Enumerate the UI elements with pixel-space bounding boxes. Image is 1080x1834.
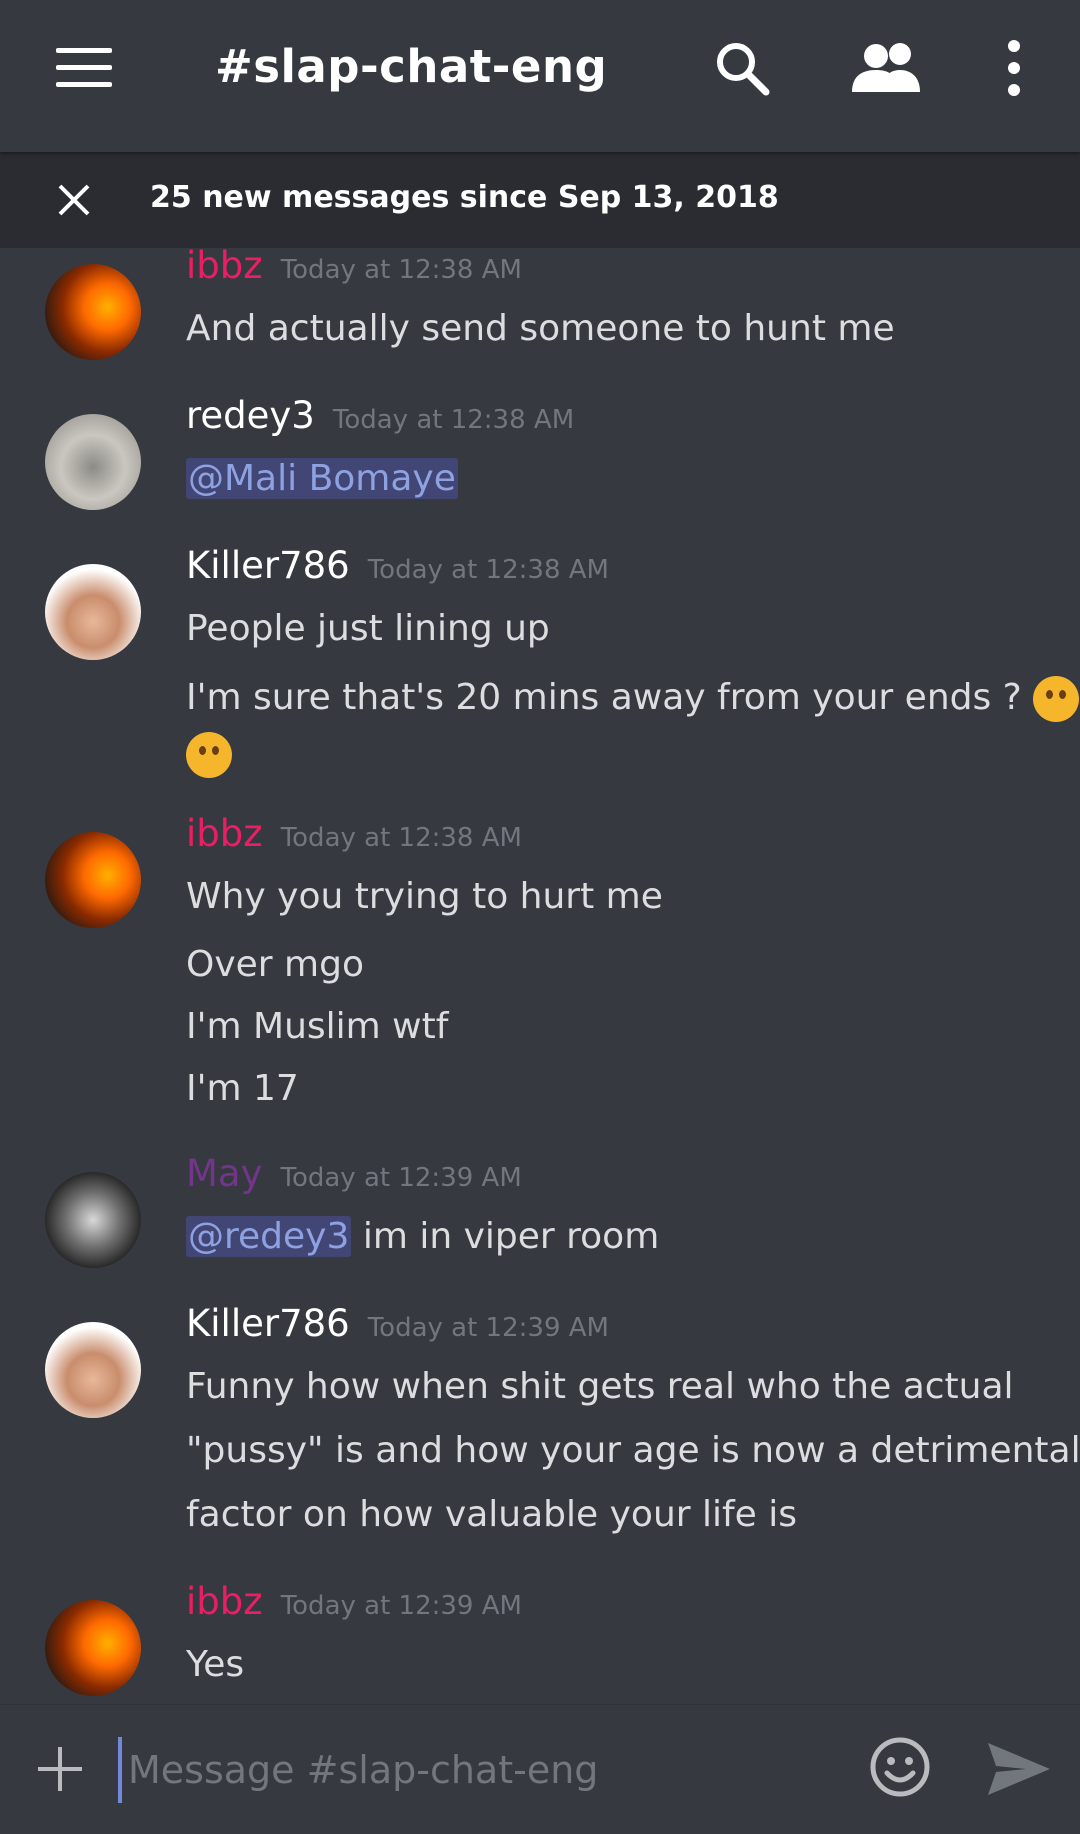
message-composer	[0, 1704, 1080, 1834]
author-label[interactable]: May	[186, 1152, 263, 1195]
author-label[interactable]: ibbz	[186, 248, 263, 287]
emoji-icon[interactable]	[868, 1735, 932, 1799]
thinking-face-icon	[186, 732, 232, 778]
author-name[interactable]: Killer786 Today at 12:39 AM	[186, 1302, 609, 1345]
message-text: @redey3 im in viper room	[186, 1216, 659, 1257]
avatar[interactable]	[45, 1600, 141, 1696]
message-text: @Mali Bomaye	[186, 458, 458, 499]
avatar[interactable]	[45, 414, 141, 510]
message-text: I'm 17	[186, 1068, 299, 1109]
members-icon[interactable]	[852, 38, 922, 98]
message-text	[186, 732, 232, 778]
avatar[interactable]	[45, 264, 141, 360]
message-text: I'm sure that's 20 mins away from your e…	[186, 676, 1080, 722]
message-text-content: I'm sure that's 20 mins away from your e…	[186, 677, 1022, 718]
author-name[interactable]: May Today at 12:39 AM	[186, 1152, 522, 1195]
search-icon[interactable]	[712, 38, 772, 98]
avatar[interactable]	[45, 1172, 141, 1268]
timestamp: Today at 12:38 AM	[280, 823, 522, 853]
timestamp: Today at 12:39 AM	[280, 1591, 522, 1621]
message-text: Funny how when shit gets real who the ac…	[186, 1366, 1014, 1407]
timestamp: Today at 12:38 AM	[367, 555, 609, 585]
author-label[interactable]: redey3	[186, 394, 315, 437]
avatar[interactable]	[45, 564, 141, 660]
message-input[interactable]	[118, 1737, 850, 1803]
send-icon[interactable]	[986, 1739, 1052, 1799]
author-label[interactable]: Killer786	[186, 544, 350, 587]
new-messages-banner[interactable]: 25 new messages since Sep 13, 2018	[0, 152, 1080, 248]
banner-text: 25 new messages since Sep 13, 2018	[150, 180, 779, 215]
message-text: Why you trying to hurt me	[186, 876, 663, 917]
close-icon[interactable]	[56, 182, 92, 218]
message-text: People just lining up	[186, 608, 550, 649]
avatar[interactable]	[45, 1322, 141, 1418]
menu-icon[interactable]	[56, 48, 112, 88]
mention[interactable]: @redey3	[186, 1216, 352, 1257]
author-name[interactable]: ibbz Today at 12:39 AM	[186, 1580, 522, 1623]
top-bar: #slap-chat-eng	[0, 0, 1080, 152]
author-label[interactable]: Killer786	[186, 1302, 350, 1345]
timestamp: Today at 12:39 AM	[367, 1313, 609, 1343]
avatar[interactable]	[45, 832, 141, 928]
author-label[interactable]: ibbz	[186, 1580, 263, 1623]
mention[interactable]: @Mali Bomaye	[186, 458, 458, 499]
message-text: Yes	[186, 1644, 245, 1685]
channel-title[interactable]: #slap-chat-eng	[215, 40, 607, 93]
plus-icon[interactable]	[38, 1747, 82, 1791]
message-list[interactable]: ibbz Today at 12:38 AM And actually send …	[0, 248, 1080, 1704]
timestamp: Today at 12:39 AM	[280, 1163, 522, 1193]
message-text: "pussy" is and how your age is now a det…	[186, 1430, 1080, 1471]
thinking-face-icon	[1033, 676, 1080, 722]
message-text: Over mgo	[186, 944, 364, 985]
author-name[interactable]: redey3 Today at 12:38 AM	[186, 394, 574, 437]
message-text: factor on how valuable your life is	[186, 1494, 798, 1535]
author-label[interactable]: ibbz	[186, 812, 263, 855]
message-text: I'm Muslim wtf	[186, 1006, 449, 1047]
more-vertical-icon[interactable]	[1000, 38, 1028, 98]
author-name[interactable]: ibbz Today at 12:38 AM	[186, 248, 522, 287]
message-text-content: im in viper room	[351, 1216, 660, 1257]
timestamp: Today at 12:38 AM	[280, 255, 522, 285]
message-text: And actually send someone to hunt me	[186, 308, 895, 349]
author-name[interactable]: ibbz Today at 12:38 AM	[186, 812, 522, 855]
timestamp: Today at 12:38 AM	[332, 405, 575, 435]
author-name[interactable]: Killer786 Today at 12:38 AM	[186, 544, 609, 587]
